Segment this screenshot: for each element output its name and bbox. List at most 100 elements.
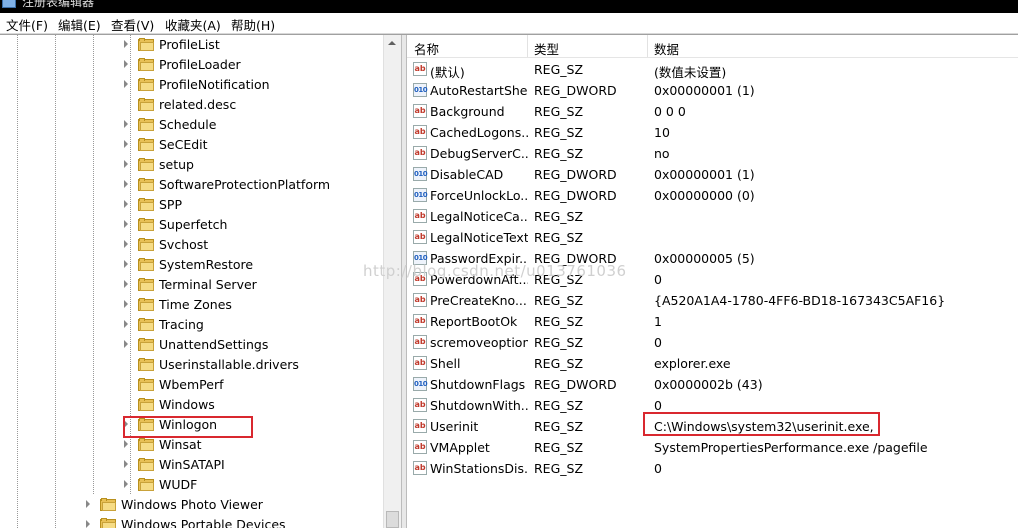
tree-item-systemrestore[interactable]: SystemRestore (0, 255, 383, 275)
tree-item-time-zones[interactable]: Time Zones (0, 295, 383, 315)
column-separator[interactable] (527, 35, 528, 57)
tree-item-tracing[interactable]: Tracing (0, 315, 383, 335)
tree-item-label[interactable]: SoftwareProtectionPlatform (159, 177, 330, 192)
tree-item-secedit[interactable]: SeCEdit (0, 135, 383, 155)
folder-icon (138, 198, 154, 211)
tree-item-profilelist[interactable]: ProfileList (0, 35, 383, 55)
tree-item-label[interactable]: Winsat (159, 437, 202, 452)
expand-arrow-icon[interactable] (86, 520, 90, 528)
value-row[interactable]: ab LegalNoticeText REG_SZ (407, 227, 1018, 248)
expand-arrow-icon[interactable] (124, 140, 128, 148)
expand-arrow-icon[interactable] (124, 440, 128, 448)
tree-vertical-scrollbar[interactable] (383, 35, 401, 528)
tree-item-label[interactable]: Windows Portable Devices (121, 517, 286, 528)
tree-item-label[interactable]: related.desc (159, 97, 236, 112)
tree-item-label[interactable]: ProfileNotification (159, 77, 270, 92)
expand-arrow-icon[interactable] (124, 80, 128, 88)
value-row[interactable]: ab Background REG_SZ 0 0 0 (407, 101, 1018, 122)
tree-item-label[interactable]: ProfileList (159, 37, 220, 52)
key-tree-pane[interactable]: ProfileList ProfileLoader ProfileNotificat… (0, 35, 383, 528)
expand-arrow-icon[interactable] (86, 500, 90, 508)
tree-item-label[interactable]: ProfileLoader (159, 57, 241, 72)
menu-view[interactable]: 查看(V) (111, 15, 154, 34)
expand-arrow-icon[interactable] (124, 180, 128, 188)
tree-item-terminal-server[interactable]: Terminal Server (0, 275, 383, 295)
tree-item-label[interactable]: SPP (159, 197, 182, 212)
expand-arrow-icon[interactable] (124, 340, 128, 348)
tree-item-label[interactable]: UnattendSettings (159, 337, 268, 352)
expand-arrow-icon[interactable] (124, 160, 128, 168)
expand-arrow-icon[interactable] (124, 200, 128, 208)
tree-item-label[interactable]: Svchost (159, 237, 208, 252)
tree-item-windows[interactable]: Windows (0, 395, 383, 415)
expand-arrow-icon[interactable] (124, 300, 128, 308)
tree-item-spp[interactable]: SPP (0, 195, 383, 215)
value-row[interactable]: ab (默认) REG_SZ (数值未设置) (407, 59, 1018, 80)
tree-item-label[interactable]: Tracing (159, 317, 204, 332)
menu-favorites[interactable]: 收藏夹(A) (165, 15, 221, 34)
expand-arrow-icon[interactable] (124, 240, 128, 248)
column-separator[interactable] (647, 35, 648, 57)
menu-help[interactable]: 帮助(H) (231, 15, 275, 34)
value-row[interactable]: 010 ForceUnlockLo... REG_DWORD 0x00000000 (… (407, 185, 1018, 206)
value-row[interactable]: ab DebugServerC... REG_SZ no (407, 143, 1018, 164)
tree-item-winsatapi[interactable]: WinSATAPI (0, 455, 383, 475)
tree-item-unattendsettings[interactable]: UnattendSettings (0, 335, 383, 355)
value-row[interactable]: ab LegalNoticeCa... REG_SZ (407, 206, 1018, 227)
expand-arrow-icon[interactable] (124, 460, 128, 468)
scroll-up-arrow-icon[interactable] (388, 41, 396, 45)
value-row[interactable]: ab scremoveoption REG_SZ 0 (407, 332, 1018, 353)
value-row[interactable]: 010 AutoRestartShell REG_DWORD 0x00000001 (… (407, 80, 1018, 101)
value-row[interactable]: ab WinStationsDis... REG_SZ 0 (407, 458, 1018, 479)
value-row[interactable]: ab ReportBootOk REG_SZ 1 (407, 311, 1018, 332)
column-header-data[interactable]: 数据 (654, 39, 679, 58)
scroll-thumb[interactable] (386, 511, 399, 528)
tree-item-label[interactable]: Superfetch (159, 217, 227, 232)
tree-item-label[interactable]: WbemPerf (159, 377, 223, 392)
value-row[interactable]: ab PreCreateKno... REG_SZ {A520A1A4-1780-4F… (407, 290, 1018, 311)
value-list-pane[interactable]: 名称 类型 数据 ab (默认) REG_SZ (数值未设置) 010 AutoResta… (407, 35, 1018, 528)
expand-arrow-icon[interactable] (124, 60, 128, 68)
tree-item-label[interactable]: Time Zones (159, 297, 232, 312)
menu-file[interactable]: 文件(F) (6, 15, 48, 34)
tree-item-setup[interactable]: setup (0, 155, 383, 175)
tree-item-label[interactable]: Schedule (159, 117, 216, 132)
expand-arrow-icon[interactable] (124, 120, 128, 128)
tree-item-profilenotification[interactable]: ProfileNotification (0, 75, 383, 95)
column-header-type[interactable]: 类型 (534, 39, 559, 58)
tree-item-wbemperf[interactable]: WbemPerf (0, 375, 383, 395)
tree-item-label[interactable]: Userinstallable.drivers (159, 357, 299, 372)
tree-item-softwareprotectionplatform[interactable]: SoftwareProtectionPlatform (0, 175, 383, 195)
expand-arrow-icon[interactable] (124, 280, 128, 288)
tree-item-winsat[interactable]: Winsat (0, 435, 383, 455)
tree-item-windows-portable-devices[interactable]: Windows Portable Devices (0, 515, 383, 528)
tree-item-profileloader[interactable]: ProfileLoader (0, 55, 383, 75)
tree-item-label[interactable]: Terminal Server (159, 277, 257, 292)
value-row[interactable]: 010 DisableCAD REG_DWORD 0x00000001 (1) (407, 164, 1018, 185)
expand-arrow-icon[interactable] (124, 40, 128, 48)
expand-arrow-icon[interactable] (124, 220, 128, 228)
tree-item-superfetch[interactable]: Superfetch (0, 215, 383, 235)
tree-item-wudf[interactable]: WUDF (0, 475, 383, 495)
value-row[interactable]: ab Shell REG_SZ explorer.exe (407, 353, 1018, 374)
expand-arrow-icon[interactable] (124, 260, 128, 268)
tree-item-label[interactable]: WinSATAPI (159, 457, 225, 472)
tree-item-userinstallable-drivers[interactable]: Userinstallable.drivers (0, 355, 383, 375)
tree-item-label[interactable]: WUDF (159, 477, 197, 492)
tree-item-related-desc[interactable]: related.desc (0, 95, 383, 115)
value-row[interactable]: ab CachedLogons... REG_SZ 10 (407, 122, 1018, 143)
value-row[interactable]: 010 ShutdownFlags REG_DWORD 0x0000002b (43) (407, 374, 1018, 395)
tree-item-label[interactable]: setup (159, 157, 194, 172)
tree-item-label[interactable]: Windows (159, 397, 215, 412)
tree-item-schedule[interactable]: Schedule (0, 115, 383, 135)
value-row[interactable]: ab VMApplet REG_SZ SystemPropertiesPerforma… (407, 437, 1018, 458)
tree-item-windows-photo-viewer[interactable]: Windows Photo Viewer (0, 495, 383, 515)
tree-item-label[interactable]: Windows Photo Viewer (121, 497, 263, 512)
menu-edit[interactable]: 编辑(E) (58, 15, 101, 34)
tree-item-label[interactable]: SeCEdit (159, 137, 208, 152)
expand-arrow-icon[interactable] (124, 320, 128, 328)
column-header-name[interactable]: 名称 (414, 39, 439, 58)
tree-item-svchost[interactable]: Svchost (0, 235, 383, 255)
expand-arrow-icon[interactable] (124, 480, 128, 488)
tree-item-label[interactable]: SystemRestore (159, 257, 253, 272)
